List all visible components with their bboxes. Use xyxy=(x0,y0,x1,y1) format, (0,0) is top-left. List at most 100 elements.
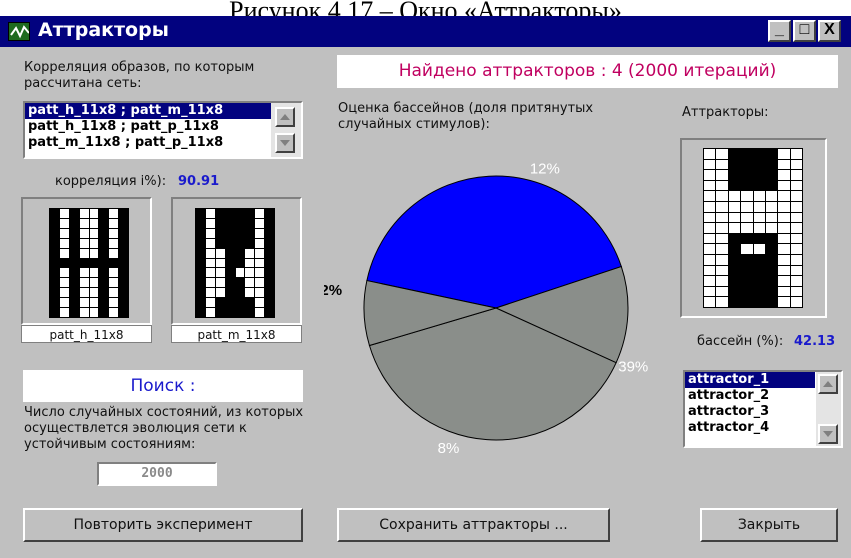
pixel-cell xyxy=(79,228,89,238)
repeat-experiment-button[interactable]: Повторить эксперимент xyxy=(23,508,303,542)
scroll-up-button[interactable] xyxy=(818,374,838,394)
pixel-cell xyxy=(225,228,235,238)
pixel-cell xyxy=(245,228,255,238)
pixel-cell xyxy=(704,180,716,191)
pixel-cell xyxy=(235,308,245,317)
random-states-input[interactable]: 2000 xyxy=(97,462,217,486)
pixel-cell xyxy=(765,255,778,265)
pixel-cell xyxy=(196,298,205,308)
pixel-cell xyxy=(704,212,716,223)
pattern-a-frame xyxy=(21,197,152,325)
pixel-cell xyxy=(255,288,265,298)
pixel-cell xyxy=(245,308,255,317)
pixel-cell xyxy=(59,209,69,218)
pixel-cell xyxy=(119,258,128,268)
pixel-cell xyxy=(778,244,790,254)
pixel-cell xyxy=(59,248,69,258)
pixel-cell xyxy=(790,212,802,223)
pixel-cell xyxy=(50,298,59,308)
scroll-down-button[interactable] xyxy=(818,424,838,444)
attractors-scrollbar[interactable] xyxy=(816,372,841,446)
pixel-cell xyxy=(255,238,265,248)
scroll-up-button[interactable] xyxy=(275,107,295,127)
pixel-cell xyxy=(196,258,205,268)
pixel-cell xyxy=(225,209,235,218)
pixel-cell xyxy=(778,297,790,307)
list-item[interactable]: attractor_1 xyxy=(685,372,815,388)
pixel-cell xyxy=(59,238,69,248)
pixel-cell xyxy=(245,218,255,228)
pixel-cell xyxy=(765,244,778,254)
maximize-button[interactable]: □ xyxy=(793,20,816,42)
pixel-cell xyxy=(196,209,205,218)
pixel-cell xyxy=(728,180,741,191)
pixel-cell xyxy=(704,265,716,276)
pixel-cell xyxy=(59,228,69,238)
pixel-cell xyxy=(196,288,205,298)
pixel-cell xyxy=(59,268,69,278)
pixel-cell xyxy=(59,258,69,268)
pixel-cell xyxy=(778,255,790,265)
chevron-down-icon xyxy=(823,431,833,437)
title-bar[interactable]: Аттракторы _ □ X xyxy=(0,16,851,47)
pixel-cell xyxy=(119,209,128,218)
pixel-cell xyxy=(196,218,205,228)
pixel-cell xyxy=(704,244,716,254)
pixel-cell xyxy=(790,149,802,159)
minimize-button[interactable]: _ xyxy=(768,20,791,42)
pixel-cell xyxy=(99,218,109,228)
pixel-cell xyxy=(255,218,265,228)
pixel-cell xyxy=(225,268,235,278)
save-attractors-button[interactable]: Сохранить аттракторы ... xyxy=(337,508,610,542)
pixel-cell xyxy=(704,233,716,244)
pixel-cell xyxy=(728,255,741,265)
pixel-cell xyxy=(741,149,753,159)
pixel-cell xyxy=(245,209,255,218)
pattern-b-grid xyxy=(195,208,275,318)
pairs-scrollbar[interactable] xyxy=(271,103,301,157)
pixel-cell xyxy=(205,288,215,298)
pixel-cell xyxy=(790,286,802,297)
pixel-cell xyxy=(79,268,89,278)
pattern-b-name-box: patt_m_11x8 xyxy=(171,325,302,343)
close-button[interactable]: Закрыть xyxy=(700,508,838,542)
pixel-cell xyxy=(753,170,765,180)
pixel-cell xyxy=(741,255,753,265)
basins-label: Оценка бассейнов (доля притянутых случай… xyxy=(338,101,594,132)
pairs-listbox[interactable]: patt_h_11x8 ; patt_m_11x8 patt_h_11x8 ; … xyxy=(23,101,303,159)
scroll-down-button[interactable] xyxy=(275,133,295,153)
pixel-cell xyxy=(255,209,265,218)
pixel-cell xyxy=(778,223,790,233)
pixel-cell xyxy=(89,228,99,238)
pixel-cell xyxy=(255,258,265,268)
pixel-cell xyxy=(69,288,79,298)
pixel-cell xyxy=(109,288,119,298)
pixel-cell xyxy=(765,286,778,297)
pixel-cell xyxy=(235,218,245,228)
pixel-cell xyxy=(741,265,753,276)
list-item[interactable]: patt_h_11x8 ; patt_m_11x8 xyxy=(25,103,301,119)
pixel-cell xyxy=(79,209,89,218)
pixel-cell xyxy=(265,308,274,317)
pixel-cell xyxy=(704,191,716,201)
pixel-cell xyxy=(753,159,765,170)
pixel-cell xyxy=(753,265,765,276)
list-item[interactable]: patt_m_11x8 ; patt_p_11x8 xyxy=(25,135,301,151)
attractor-grid xyxy=(703,148,803,308)
pixel-cell xyxy=(716,286,728,297)
pixel-cell xyxy=(716,297,728,307)
pixel-cell xyxy=(790,276,802,286)
pixel-cell xyxy=(765,212,778,223)
pixel-cell xyxy=(89,288,99,298)
attractors-listbox[interactable]: attractor_1 attractor_2 attractor_3 attr… xyxy=(683,370,843,448)
pixel-cell xyxy=(109,238,119,248)
pixel-cell xyxy=(235,248,245,258)
pixel-cell xyxy=(225,218,235,228)
list-item[interactable]: patt_h_11x8 ; patt_p_11x8 xyxy=(25,119,301,135)
pixel-cell xyxy=(265,248,274,258)
close-window-button[interactable]: X xyxy=(818,20,841,42)
pixel-cell xyxy=(778,276,790,286)
pixel-cell xyxy=(753,297,765,307)
pixel-cell xyxy=(69,248,79,258)
pie-data-label: 42% xyxy=(324,282,342,299)
